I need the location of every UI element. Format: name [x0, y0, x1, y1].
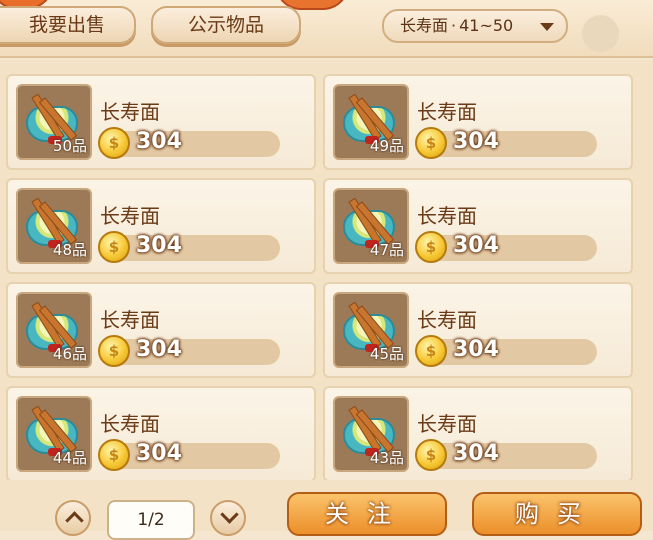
item-thumbnail: 44品 [16, 396, 92, 472]
item-price: 304 [136, 233, 182, 258]
item-card[interactable]: 46品 长寿面 $ 304 [6, 282, 316, 378]
item-thumbnail: 47品 [333, 188, 409, 264]
item-name: 长寿面 [100, 204, 160, 228]
item-name: 长寿面 [417, 204, 477, 228]
item-list: 50品 长寿面 $ 304 49品 长寿面 $ 304 48品 长寿面 $ 30… [0, 60, 653, 482]
item-card[interactable]: 44品 长寿面 $ 304 [6, 386, 316, 482]
filter-level-range: 41~50 [459, 16, 514, 35]
item-card[interactable]: 45品 长寿面 $ 304 [323, 282, 633, 378]
item-price: 304 [453, 337, 499, 362]
price-bar: $ 304 [415, 127, 597, 159]
item-name: 长寿面 [100, 100, 160, 124]
buy-button[interactable]: 购买 [472, 492, 642, 536]
corner-decoration [578, 0, 653, 56]
item-card[interactable]: 50品 长寿面 $ 304 [6, 74, 316, 170]
chevron-up-icon [65, 511, 84, 530]
gold-coin-icon: $ [415, 335, 447, 367]
item-price: 304 [136, 441, 182, 466]
item-grade: 48品 [52, 241, 87, 259]
item-grade: 50品 [52, 137, 87, 155]
item-grade: 43品 [369, 449, 404, 467]
price-bar: $ 304 [98, 439, 280, 471]
item-grade: 49品 [369, 137, 404, 155]
item-name: 长寿面 [417, 308, 477, 332]
item-name: 长寿面 [417, 412, 477, 436]
item-card[interactable]: 49品 长寿面 $ 304 [323, 74, 633, 170]
gold-coin-icon: $ [98, 127, 130, 159]
item-thumbnail: 49品 [333, 84, 409, 160]
item-thumbnail: 45品 [333, 292, 409, 368]
item-thumbnail: 43品 [333, 396, 409, 472]
price-bar: $ 304 [98, 231, 280, 263]
top-bar: 我要出售 公示物品 长寿面 · 41~50 [0, 0, 653, 58]
item-price: 304 [453, 441, 499, 466]
gold-coin-icon: $ [415, 231, 447, 263]
item-price: 304 [136, 337, 182, 362]
tab-sell[interactable]: 我要出售 [0, 6, 136, 44]
gold-coin-icon: $ [415, 439, 447, 471]
bottom-bar: 1/2 关注 购买 [0, 480, 653, 540]
price-bar: $ 304 [415, 335, 597, 367]
price-bar: $ 304 [98, 335, 280, 367]
gold-coin-icon: $ [98, 335, 130, 367]
item-card[interactable]: 48品 长寿面 $ 304 [6, 178, 316, 274]
price-bar: $ 304 [98, 127, 280, 159]
item-card[interactable]: 47品 长寿面 $ 304 [323, 178, 633, 274]
item-grade: 45品 [369, 345, 404, 363]
item-grade: 46品 [52, 345, 87, 363]
item-price: 304 [453, 129, 499, 154]
item-card[interactable]: 43品 长寿面 $ 304 [323, 386, 633, 482]
filter-separator: · [451, 16, 457, 35]
page-indicator: 1/2 [107, 500, 195, 540]
item-grade: 47品 [369, 241, 404, 259]
item-price: 304 [453, 233, 499, 258]
item-price: 304 [136, 129, 182, 154]
item-thumbnail: 46品 [16, 292, 92, 368]
price-bar: $ 304 [415, 231, 597, 263]
tab-public-items[interactable]: 公示物品 [151, 6, 301, 44]
item-thumbnail: 48品 [16, 188, 92, 264]
item-name: 长寿面 [417, 100, 477, 124]
chevron-down-icon [220, 505, 239, 524]
item-name: 长寿面 [100, 412, 160, 436]
gold-coin-icon: $ [98, 231, 130, 263]
item-thumbnail: 50品 [16, 84, 92, 160]
item-name: 长寿面 [100, 308, 160, 332]
caret-down-icon [540, 23, 554, 31]
item-grade: 44品 [52, 449, 87, 467]
item-filter-dropdown[interactable]: 长寿面 · 41~50 [382, 9, 568, 43]
follow-button[interactable]: 关注 [287, 492, 447, 536]
price-bar: $ 304 [415, 439, 597, 471]
filter-item-name: 长寿面 [400, 16, 449, 35]
gold-coin-icon: $ [415, 127, 447, 159]
gold-coin-icon: $ [98, 439, 130, 471]
